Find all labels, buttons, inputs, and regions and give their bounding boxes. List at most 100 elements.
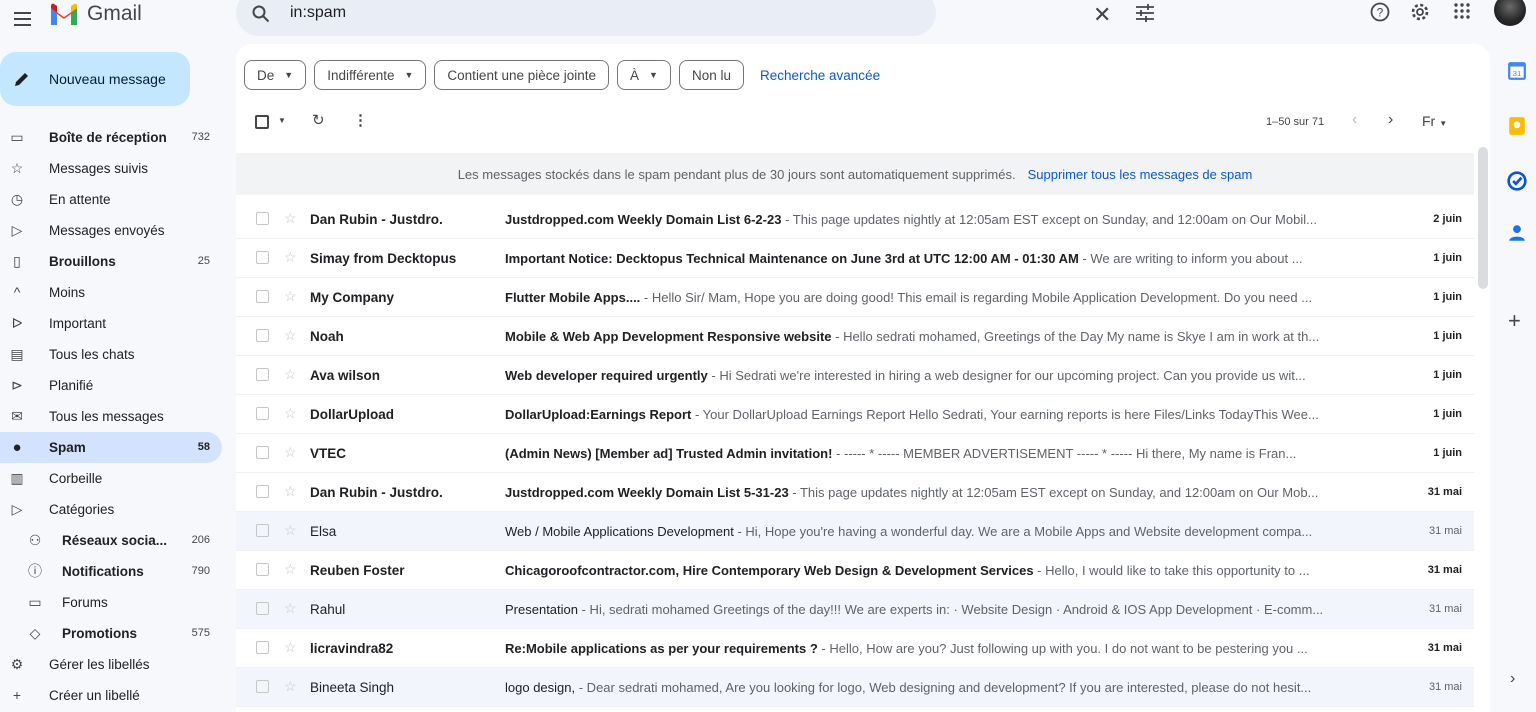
expand-side-panel-icon[interactable]: › <box>1510 670 1515 688</box>
sidebar-item[interactable]: ⚙ Gérer les libellés <box>0 649 222 680</box>
sidebar-item[interactable]: ☆ Messages suivis <box>0 153 222 184</box>
row-checkbox[interactable] <box>256 641 269 654</box>
email-row[interactable]: ☆ Dan Rubin - Justdro. Justdropped.com Wee… <box>236 473 1474 512</box>
refresh-icon[interactable]: ↻ <box>312 111 325 129</box>
email-row[interactable]: ☆ Noah Mobile & Web App Development Respon… <box>236 317 1474 356</box>
star-icon[interactable]: ☆ <box>284 600 297 617</box>
row-checkbox[interactable] <box>256 407 269 420</box>
sidebar-item[interactable]: ⚇ Réseaux socia... 206 <box>0 525 222 556</box>
star-icon[interactable]: ☆ <box>284 561 297 578</box>
filter-time-chip[interactable]: Indifférente ▼ <box>314 60 427 90</box>
sidebar-nav: ▭ Boîte de réception 732 ☆ Messages suivis ◷ E… <box>0 122 222 711</box>
sidebar-item[interactable]: ⓘ Notifications 790 <box>0 556 222 587</box>
star-icon[interactable]: ☆ <box>284 522 297 539</box>
sidebar-item[interactable]: ▥ Corbeille <box>0 463 222 494</box>
email-date: 1 juin <box>1433 252 1462 264</box>
tasks-icon[interactable] <box>1507 171 1527 191</box>
row-checkbox[interactable] <box>256 446 269 459</box>
sidebar-item[interactable]: ◇ Promotions 575 <box>0 618 222 649</box>
search-bar[interactable]: ✕ <box>236 0 1154 36</box>
star-icon[interactable]: ☆ <box>284 639 297 656</box>
search-input[interactable] <box>290 4 850 22</box>
email-row[interactable]: ☆ Dan Rubin - Justdro. Justdropped.com Wee… <box>236 200 1474 239</box>
row-checkbox[interactable] <box>256 290 269 303</box>
filter-to-chip[interactable]: À ▼ <box>617 60 671 90</box>
star-icon[interactable]: ☆ <box>284 483 297 500</box>
filter-unread-chip[interactable]: Non lu <box>678 60 744 90</box>
email-row[interactable]: ☆ Ava wilson Web developer required urgent… <box>236 356 1474 395</box>
star-icon[interactable]: ☆ <box>284 405 297 422</box>
star-icon[interactable]: ☆ <box>284 366 297 383</box>
email-date: 2 juin <box>1433 213 1462 225</box>
contacts-icon[interactable] <box>1507 223 1527 243</box>
advanced-search-link[interactable]: Recherche avancée <box>760 68 880 83</box>
sidebar-item[interactable]: ⊳ Planifié <box>0 370 222 401</box>
main-menu-button[interactable] <box>10 6 36 32</box>
email-row[interactable]: ☆ Bineeta Singh logo design, - Dear sedrat… <box>236 668 1474 707</box>
sidebar-item[interactable]: ▤ Tous les chats <box>0 339 222 370</box>
email-row[interactable]: ☆ DollarUpload DollarUpload:Earnings Repor… <box>236 395 1474 434</box>
settings-gear-icon[interactable] <box>1410 2 1430 22</box>
filter-attachment-chip[interactable]: Contient une pièce jointe <box>434 60 610 90</box>
row-checkbox[interactable] <box>256 251 269 264</box>
email-row[interactable]: ☆ Rahul Presentation - Hi, sedrati mohamed… <box>236 590 1474 629</box>
email-row[interactable]: ☆ My Company Flutter Mobile Apps.... - Hel… <box>236 278 1474 317</box>
sidebar-item[interactable]: ^ Moins <box>0 277 222 308</box>
mail-list-panel: De ▼ Indifférente ▼ Contient une pièce joi… <box>236 44 1490 712</box>
sidebar-item[interactable]: ▯ Brouillons 25 <box>0 246 222 277</box>
select-menu-caret-icon[interactable]: ▼ <box>278 116 286 125</box>
row-checkbox[interactable] <box>256 524 269 537</box>
star-icon[interactable]: ☆ <box>284 444 297 461</box>
search-icon[interactable] <box>252 5 270 23</box>
star-icon[interactable]: ☆ <box>284 249 297 266</box>
row-checkbox[interactable] <box>256 602 269 615</box>
next-page-icon[interactable]: › <box>1388 111 1393 129</box>
sidebar-item[interactable]: ● Spam 58 <box>0 432 222 463</box>
sidebar-item[interactable]: ▷ Catégories <box>0 494 222 525</box>
email-row[interactable]: ☆ licravindra82 Re:Mobile applications as … <box>236 629 1474 668</box>
sidebar-item[interactable]: ᐅ Important <box>0 308 222 339</box>
help-icon[interactable]: ? <box>1370 2 1390 22</box>
email-content: logo design, - Dear sedrati mohamed, Are… <box>505 680 1373 695</box>
list-scrollbar[interactable] <box>1478 147 1488 289</box>
search-options-icon[interactable] <box>1135 4 1155 22</box>
star-icon[interactable]: ☆ <box>284 210 297 227</box>
delete-all-spam-link[interactable]: Supprimer tous les messages de spam <box>1028 167 1253 182</box>
email-date: 31 mai <box>1427 642 1462 654</box>
sidebar-item[interactable]: ◷ En attente <box>0 184 222 215</box>
apps-grid-icon[interactable] <box>1453 2 1471 20</box>
sidebar-item[interactable]: + Créer un libellé <box>0 680 222 711</box>
row-checkbox[interactable] <box>256 485 269 498</box>
filter-from-chip[interactable]: De ▼ <box>244 60 307 90</box>
sidebar-item[interactable]: ▭ Boîte de réception 732 <box>0 122 222 153</box>
sidebar-item[interactable]: ▷ Messages envoyés <box>0 215 222 246</box>
compose-button[interactable]: Nouveau message <box>0 52 190 106</box>
email-sender: Dan Rubin - Justdro. <box>310 212 443 227</box>
sidebar-item[interactable]: ✉ Tous les messages <box>0 401 222 432</box>
account-avatar[interactable] <box>1494 0 1526 26</box>
email-row[interactable]: ☆ Reuben Foster Chicagoroofcontractor.com,… <box>236 551 1474 590</box>
star-icon[interactable]: ☆ <box>284 678 297 695</box>
row-checkbox[interactable] <box>256 212 269 225</box>
gmail-logo[interactable]: Gmail <box>49 1 142 27</box>
email-row[interactable]: ☆ VTEC (Admin News) [Member ad] Trusted Ad… <box>236 434 1474 473</box>
more-options-icon[interactable]: ⋮ <box>353 111 368 129</box>
star-icon[interactable]: ☆ <box>284 327 297 344</box>
input-tools-button[interactable]: Fr ▼ <box>1422 113 1447 129</box>
sidebar-item[interactable]: ▭ Forums <box>0 587 222 618</box>
row-checkbox[interactable] <box>256 563 269 576</box>
email-row[interactable]: ☆ Simay from Decktopus Important Notice: D… <box>236 239 1474 278</box>
email-subject: Web / Mobile Applications Development <box>505 524 734 539</box>
keep-notes-icon[interactable] <box>1507 116 1527 136</box>
sidebar-item-count: 732 <box>191 131 210 143</box>
clear-search-icon[interactable]: ✕ <box>1093 2 1111 28</box>
calendar-icon[interactable]: 31 <box>1507 61 1527 81</box>
star-icon[interactable]: ☆ <box>284 288 297 305</box>
row-checkbox[interactable] <box>256 680 269 693</box>
previous-page-icon[interactable]: ‹ <box>1352 111 1357 129</box>
get-addons-plus-icon[interactable]: + <box>1508 308 1521 334</box>
email-row[interactable]: ☆ Elsa Web / Mobile Applications Developme… <box>236 512 1474 551</box>
select-all-checkbox[interactable] <box>255 115 269 129</box>
row-checkbox[interactable] <box>256 329 269 342</box>
row-checkbox[interactable] <box>256 368 269 381</box>
